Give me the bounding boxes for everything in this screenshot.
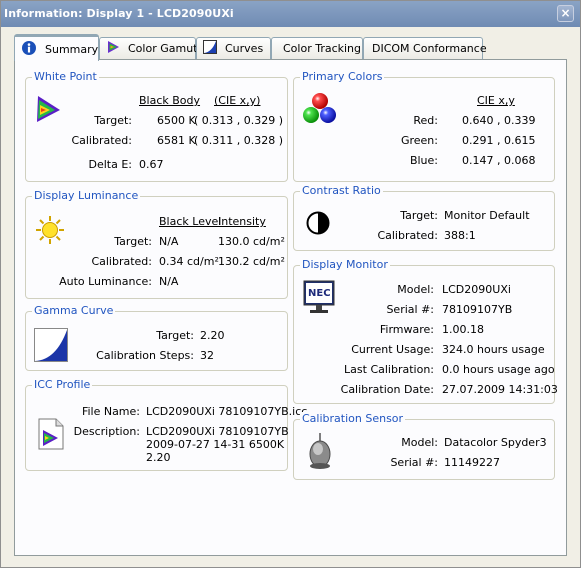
value: LCD2090UXi 78109107YB.icc xyxy=(146,405,308,418)
tab-dicom-conformance[interactable]: DICOM Conformance xyxy=(363,37,487,59)
label: Description: xyxy=(73,425,140,438)
curves-icon xyxy=(203,40,217,57)
col-header: Black Body xyxy=(139,94,201,107)
label: Blue: xyxy=(409,154,438,167)
label: Serial #: xyxy=(386,303,434,316)
display-monitor-group: Display Monitor NEC Model: LCD2090UXi Se… xyxy=(293,258,558,404)
col-header: Black Level xyxy=(159,215,222,228)
value: 78109107YB xyxy=(442,303,513,316)
label: Last Calibration: xyxy=(344,363,434,376)
group-title: Display Luminance xyxy=(32,189,141,202)
value: ( 0.313 , 0.329 ) xyxy=(194,114,284,127)
label: Current Usage: xyxy=(351,343,434,356)
value: LCD2090UXi 78109107YB xyxy=(146,425,289,438)
value: N/A xyxy=(159,235,179,248)
label: Model: xyxy=(401,436,438,449)
cie-diagram-icon xyxy=(34,94,62,127)
luminance-group: Display Luminance Black Level Intensity … xyxy=(25,189,288,299)
rgb-primaries-icon xyxy=(302,92,338,127)
value: 0.0 hours usage ago xyxy=(442,363,555,376)
value: 2.20 xyxy=(146,451,171,464)
summary-panel: White Point Black Body (CIE x,y) Target:… xyxy=(14,59,567,556)
tab-label: Color Gamut xyxy=(128,42,198,55)
value: LCD2090UXi xyxy=(442,283,511,296)
title-bar[interactable]: Information: Display 1 - LCD2090UXi × xyxy=(1,1,580,27)
tab-label: Curves xyxy=(225,42,264,55)
value: 0.34 cd/m² xyxy=(159,255,219,268)
window-title: Information: Display 1 - LCD2090UXi xyxy=(4,7,234,20)
label: Target: xyxy=(400,209,438,222)
label: Target: xyxy=(156,329,194,342)
info-icon xyxy=(21,40,37,59)
tab-curves[interactable]: Curves xyxy=(196,37,271,59)
label: Red: xyxy=(413,114,438,127)
value: 388:1 xyxy=(444,229,476,242)
col-header: Intensity xyxy=(218,215,266,228)
label: Calibrated: xyxy=(377,229,438,242)
value: 32 xyxy=(200,349,214,362)
col-header: CIE x,y xyxy=(477,94,515,107)
value: 2.20 xyxy=(200,329,225,342)
label: Target: xyxy=(114,235,152,248)
group-title: Contrast Ratio xyxy=(300,184,383,197)
value: 0.67 xyxy=(139,158,164,171)
value: 130.2 cd/m² xyxy=(218,255,285,268)
value: 11149227 xyxy=(444,456,500,469)
tab-color-gamut[interactable]: Color Gamut xyxy=(99,37,198,59)
value: 0.640 , 0.339 xyxy=(462,114,536,127)
label: Delta E: xyxy=(88,158,132,171)
contrast-icon xyxy=(306,211,330,238)
group-title: White Point xyxy=(32,70,99,83)
label: Model: xyxy=(397,283,434,296)
value: 0.291 , 0.615 xyxy=(462,134,536,147)
group-title: ICC Profile xyxy=(32,378,93,391)
group-title: Gamma Curve xyxy=(32,304,116,317)
label: Target: xyxy=(94,114,132,127)
gamma-group: Gamma Curve Target: 2.20 Calibration Ste… xyxy=(25,304,288,371)
value: 1.00.18 xyxy=(442,323,484,336)
tab-label: DICOM Conformance xyxy=(372,42,487,55)
sun-icon xyxy=(34,214,66,249)
label: Calibrated: xyxy=(71,134,132,147)
nec-logo: NEC xyxy=(308,288,331,299)
tab-label: Color Tracking xyxy=(283,42,362,55)
gamma-curve-icon xyxy=(34,328,68,365)
group-title: Display Monitor xyxy=(300,258,390,271)
label: Auto Luminance: xyxy=(59,275,152,288)
value: 6581 K xyxy=(157,134,196,147)
label: Firmware: xyxy=(379,323,434,336)
label: Calibration Steps: xyxy=(96,349,194,362)
contrast-ratio-group: Contrast Ratio Target: Monitor Default C… xyxy=(293,184,555,251)
label: Serial #: xyxy=(390,456,438,469)
group-title: Primary Colors xyxy=(300,70,385,83)
value: N/A xyxy=(159,275,179,288)
value: 0.147 , 0.068 xyxy=(462,154,536,167)
value: Datacolor Spyder3 xyxy=(444,436,547,449)
calibration-sensor-group: Calibration Sensor Model: Datacolor Spyd… xyxy=(293,412,555,480)
label: Calibrated: xyxy=(91,255,152,268)
value: Monitor Default xyxy=(444,209,530,222)
group-title: Calibration Sensor xyxy=(300,412,406,425)
value: 27.07.2009 14:31:03 xyxy=(442,383,558,396)
label: Green: xyxy=(400,134,438,147)
value: 2009-07-27 14-31 6500K xyxy=(146,438,285,451)
icc-profile-group: ICC Profile File Name: LCD2090UXi 781091… xyxy=(25,378,307,471)
value: 324.0 hours usage xyxy=(442,343,545,356)
value: ( 0.311 , 0.328 ) xyxy=(194,134,284,147)
tab-label: Summary xyxy=(45,42,99,56)
tab-color-tracking[interactable]: Color Tracking xyxy=(271,37,363,59)
label: File Name: xyxy=(81,405,140,418)
color-gamut-icon xyxy=(106,40,120,57)
white-point-group: White Point Black Body (CIE x,y) Target:… xyxy=(25,70,288,182)
close-button[interactable]: × xyxy=(557,5,574,22)
sensor-icon xyxy=(308,433,332,474)
label: Calibration Date: xyxy=(340,383,434,396)
col-header: (CIE x,y) xyxy=(214,94,261,107)
value: 6500 K xyxy=(157,114,196,127)
value: 130.0 cd/m² xyxy=(218,235,285,248)
primary-colors-group: Primary Colors CIE x,y Red: 0.640 , 0.33… xyxy=(293,70,555,182)
tab-summary[interactable]: Summary xyxy=(14,34,99,61)
info-window: Information: Display 1 - LCD2090UXi × Su… xyxy=(0,0,581,568)
